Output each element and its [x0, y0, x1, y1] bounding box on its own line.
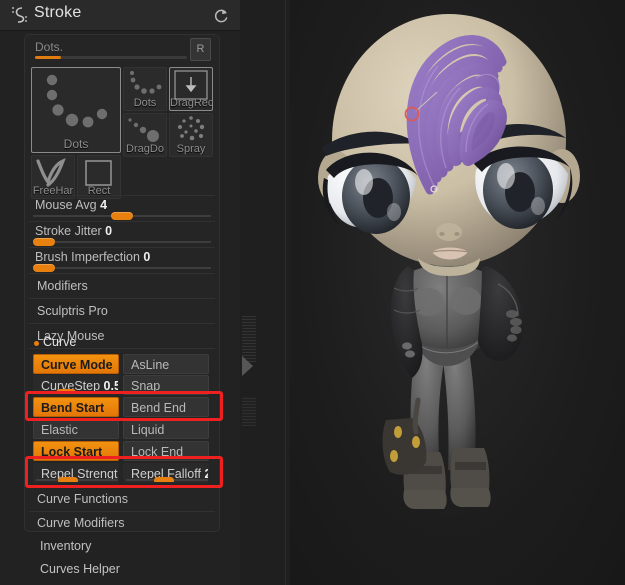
mouse-avg-handle[interactable] — [111, 212, 133, 220]
stroke-controls-group: Dots. R Dots Dots DragRect DragDo Spray … — [24, 34, 220, 532]
stroke-curve-icon — [8, 5, 30, 25]
sidebar-item-sculptris-pro[interactable]: Sculptris Pro — [29, 300, 215, 324]
stroke-thumb-freehand[interactable]: FreeHar — [31, 155, 75, 199]
drag-grip[interactable] — [242, 396, 256, 426]
stroke-thumb-dragrect[interactable]: DragRect — [169, 67, 213, 111]
stroke-thumb-spray[interactable]: Spray — [169, 113, 213, 157]
divider — [29, 247, 215, 248]
spray-icon — [170, 116, 212, 156]
bend-start-button[interactable]: Bend Start — [33, 397, 119, 417]
divider — [29, 323, 215, 324]
divider-line — [285, 0, 286, 585]
current-stroke-name: Dots. — [35, 40, 64, 54]
expand-arrow-icon[interactable] — [242, 356, 253, 376]
sidebar-item-curve[interactable]: Curve — [29, 331, 215, 355]
brush-imperfection-slider[interactable]: Brush Imperfection 0 — [33, 250, 211, 272]
menu-label: Sculptris Pro — [37, 304, 108, 318]
sidebar-item-curve-modifiers[interactable]: Curve Modifiers — [29, 512, 215, 536]
lock-end-button[interactable]: Lock End — [123, 441, 209, 461]
brush-imperfection-track[interactable] — [33, 267, 211, 269]
menu-label: Curve — [43, 335, 77, 349]
stroke-jitter-track[interactable] — [33, 241, 211, 243]
character-sculpt — [318, 14, 580, 509]
bend-end-button[interactable]: Bend End — [123, 397, 209, 417]
lock-start-button[interactable]: Lock Start — [33, 441, 119, 461]
sidebar-item-modifiers[interactable]: Modifiers — [29, 275, 215, 299]
record-stroke-button[interactable]: R — [190, 38, 211, 61]
menu-label: Curve Modifiers — [37, 516, 125, 530]
curve-mode-button[interactable]: Curve Mode — [33, 354, 119, 374]
reset-circular-arrow-icon[interactable] — [212, 7, 230, 25]
stroke-jitter-slider[interactable]: Stroke Jitter 0 — [33, 224, 211, 246]
palette-title: Stroke — [34, 4, 82, 21]
repel-falloff-slider[interactable]: Repel Falloff 2 — [123, 463, 209, 483]
divider — [29, 298, 215, 299]
drag-rect-icon — [170, 70, 212, 110]
menu-label: Modifiers — [37, 279, 88, 293]
curvestep-handle[interactable] — [56, 389, 76, 394]
mouse-avg-label: Mouse Avg 4 — [35, 198, 108, 212]
menu-label: Inventory — [40, 539, 92, 553]
divider — [29, 195, 215, 196]
elastic-button[interactable]: Elastic — [33, 419, 119, 439]
drag-dot-icon — [124, 118, 166, 156]
zbrush-stroke-palette-screen: Stroke Dots. R Dots Dots DragRect DragDo… — [0, 0, 625, 585]
sidebar-item-curves-helper[interactable]: Curves Helper — [26, 557, 226, 583]
brush-imperfection-label: Brush Imperfection 0 — [35, 250, 151, 264]
repel-falloff-handle[interactable] — [154, 477, 174, 482]
current-stroke-track[interactable] — [35, 56, 187, 59]
stroke-jitter-label: Stroke Jitter 0 — [35, 224, 113, 238]
snap-button[interactable]: Snap — [123, 375, 209, 395]
menu-label: Curves Helper — [40, 562, 120, 576]
menu-label: Curve Functions — [37, 492, 129, 506]
mouse-avg-slider[interactable]: Mouse Avg 4 — [33, 198, 211, 220]
rect-icon — [78, 160, 120, 198]
current-stroke-bar[interactable]: Dots. R — [33, 38, 211, 62]
expanded-bullet-icon — [34, 341, 39, 346]
repel-strength-handle[interactable] — [58, 477, 78, 482]
stroke-thumb-dots-large[interactable]: Dots — [31, 67, 121, 153]
sidebar-item-curve-functions[interactable]: Curve Functions — [29, 488, 215, 512]
stroke-type-grid: Dots Dots DragRect DragDo Spray FreeHar … — [31, 67, 213, 199]
asline-button[interactable]: AsLine — [123, 354, 209, 374]
brush-imperfection-handle[interactable] — [33, 264, 55, 272]
liquid-button[interactable]: Liquid — [123, 419, 209, 439]
stroke-thumb-dragdot[interactable]: DragDo — [123, 113, 167, 157]
repel-strength-slider[interactable]: Repel Strength — [33, 463, 119, 483]
stroke-palette: Stroke Dots. R Dots Dots DragRect DragDo… — [0, 0, 240, 585]
curvestep-slider[interactable]: CurveStep 0.5 — [33, 375, 119, 395]
divider — [29, 273, 215, 274]
stroke-jitter-handle[interactable] — [33, 238, 55, 246]
dots-small-icon — [124, 70, 166, 110]
curvestep-track[interactable] — [36, 391, 118, 393]
stroke-thumb-rect[interactable]: Rect — [77, 155, 121, 199]
3d-sculpt-viewport[interactable] — [290, 0, 625, 585]
freehand-icon — [32, 158, 74, 198]
dots-stroke-icon — [32, 74, 120, 152]
palette-titlebar: Stroke — [0, 0, 240, 31]
stroke-thumb-dots-small[interactable]: Dots — [123, 67, 167, 111]
divider — [29, 221, 215, 222]
palette-divider — [240, 0, 290, 585]
current-stroke-fill — [35, 56, 61, 59]
